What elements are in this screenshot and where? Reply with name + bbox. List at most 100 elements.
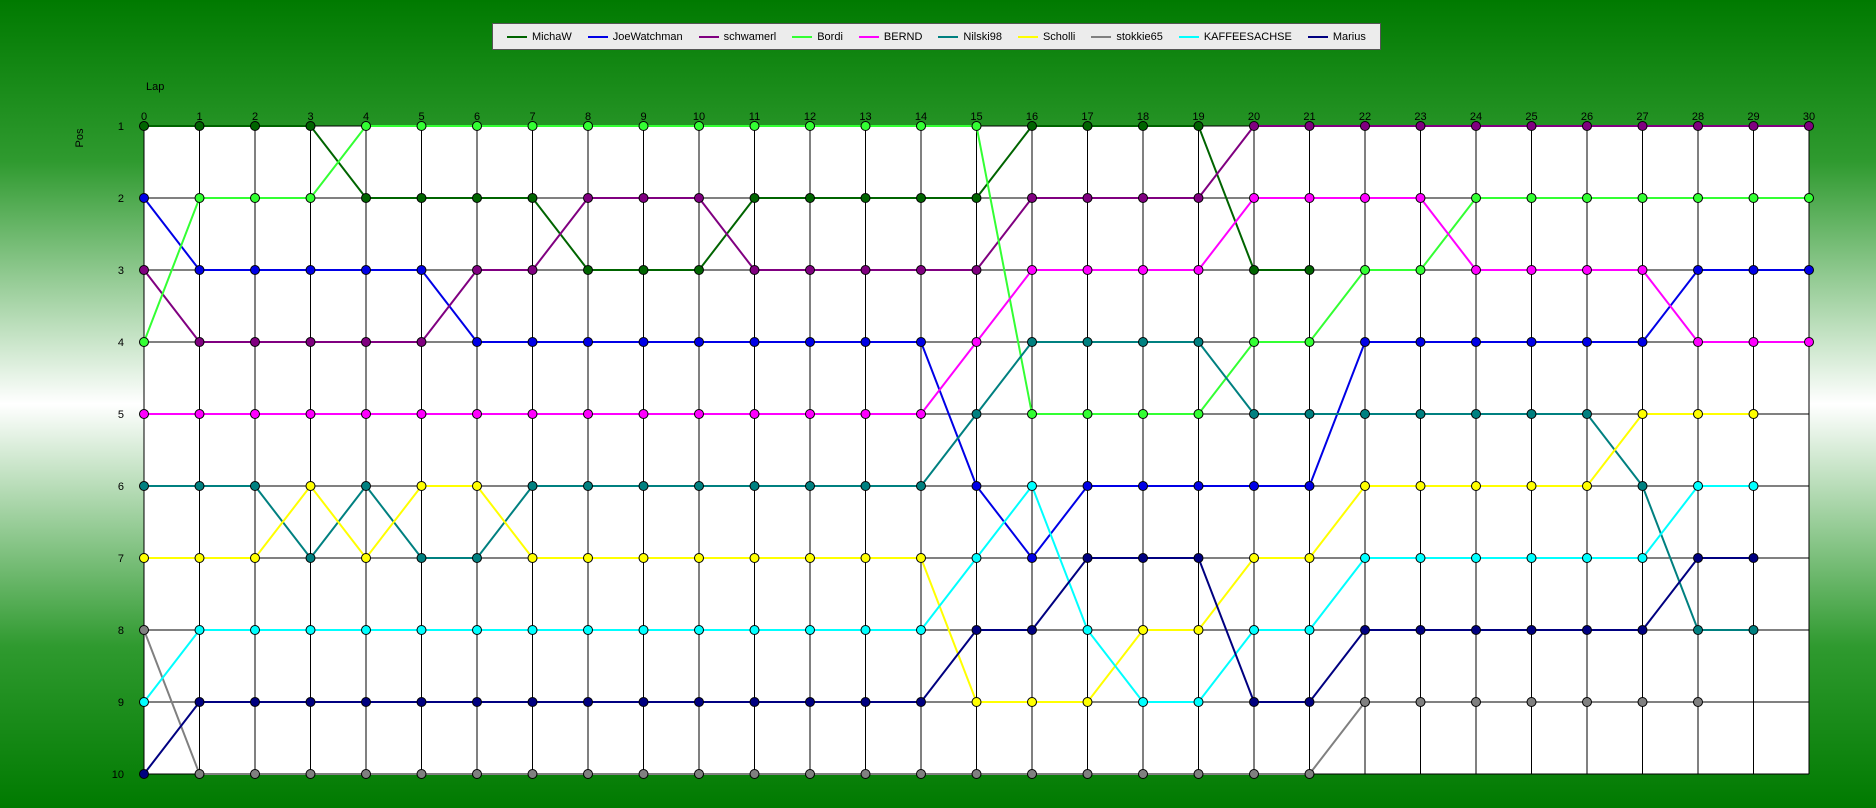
data-point: [860, 553, 871, 563]
data-point: [1027, 265, 1037, 275]
data-point: [305, 697, 316, 707]
data-point: [305, 625, 316, 635]
data-point: [305, 337, 316, 347]
data-point: [1526, 337, 1537, 347]
data-point: [1748, 625, 1759, 635]
data-point: [638, 265, 649, 275]
data-point: [194, 769, 205, 779]
data-point: [361, 337, 371, 347]
data-point: [194, 121, 205, 131]
data-point: [1304, 265, 1315, 275]
data-point: [583, 625, 593, 635]
data-point: [860, 625, 871, 635]
data-point: [583, 481, 593, 491]
data-point: [1082, 193, 1093, 203]
data-point: [1804, 193, 1814, 203]
y-tick-label: 8: [118, 625, 124, 637]
data-point: [416, 769, 427, 779]
data-point: [1249, 409, 1259, 419]
data-point: [305, 121, 316, 131]
data-point: [1415, 121, 1426, 131]
data-point: [472, 697, 482, 707]
data-point: [1193, 337, 1204, 347]
data-point: [1027, 121, 1037, 131]
data-point: [1471, 697, 1481, 707]
data-point: [1582, 553, 1592, 563]
data-point: [250, 553, 260, 563]
y-tick-label: 7: [118, 553, 124, 565]
data-point: [1193, 625, 1204, 635]
data-point: [694, 265, 704, 275]
y-tick-label: 1: [118, 121, 124, 133]
data-point: [805, 697, 815, 707]
data-point: [749, 625, 760, 635]
data-point: [250, 121, 260, 131]
data-point: [1138, 553, 1148, 563]
data-point: [1360, 481, 1370, 491]
y-tick-label: 9: [118, 697, 124, 709]
data-point: [1304, 193, 1315, 203]
data-point: [250, 625, 260, 635]
data-point: [527, 553, 538, 563]
data-point: [1526, 553, 1537, 563]
data-point: [527, 193, 538, 203]
data-point: [694, 553, 704, 563]
data-point: [194, 337, 205, 347]
data-point: [638, 337, 649, 347]
data-point: [749, 193, 760, 203]
data-point: [1582, 409, 1592, 419]
y-tick-label: 3: [118, 265, 124, 277]
y-tick-label: 5: [118, 409, 124, 421]
data-point: [139, 409, 149, 419]
data-point: [527, 481, 538, 491]
data-point: [1693, 481, 1703, 491]
data-point: [361, 409, 371, 419]
data-point: [416, 625, 427, 635]
data-point: [1804, 121, 1814, 131]
data-point: [1304, 337, 1315, 347]
data-point: [250, 409, 260, 419]
data-point: [472, 121, 482, 131]
data-point: [1637, 121, 1648, 131]
data-point: [694, 409, 704, 419]
data-point: [971, 409, 982, 419]
data-point: [916, 121, 926, 131]
data-point: [1360, 121, 1370, 131]
data-point: [194, 697, 205, 707]
data-point: [1304, 769, 1315, 779]
data-point: [416, 121, 427, 131]
data-point: [860, 265, 871, 275]
data-point: [1249, 337, 1259, 347]
data-point: [472, 193, 482, 203]
data-point: [1027, 697, 1037, 707]
data-point: [1027, 193, 1037, 203]
x-axis-label: Lap: [146, 81, 164, 93]
data-point: [1082, 769, 1093, 779]
data-point: [971, 121, 982, 131]
data-point: [1360, 409, 1370, 419]
data-point: [472, 553, 482, 563]
data-point: [1027, 337, 1037, 347]
data-point: [1304, 409, 1315, 419]
data-point: [860, 337, 871, 347]
data-point: [1193, 409, 1204, 419]
data-point: [749, 409, 760, 419]
data-point: [1027, 409, 1037, 419]
data-point: [805, 769, 815, 779]
data-point: [472, 481, 482, 491]
data-point: [305, 409, 316, 419]
data-point: [638, 553, 649, 563]
data-point: [583, 697, 593, 707]
data-point: [1082, 121, 1093, 131]
data-point: [416, 337, 427, 347]
data-point: [1804, 265, 1814, 275]
data-point: [638, 625, 649, 635]
data-point: [1360, 553, 1370, 563]
data-point: [1304, 553, 1315, 563]
data-point: [1304, 481, 1315, 491]
data-point: [1693, 337, 1703, 347]
data-point: [361, 121, 371, 131]
data-point: [805, 121, 815, 131]
data-point: [139, 121, 149, 131]
data-point: [583, 769, 593, 779]
